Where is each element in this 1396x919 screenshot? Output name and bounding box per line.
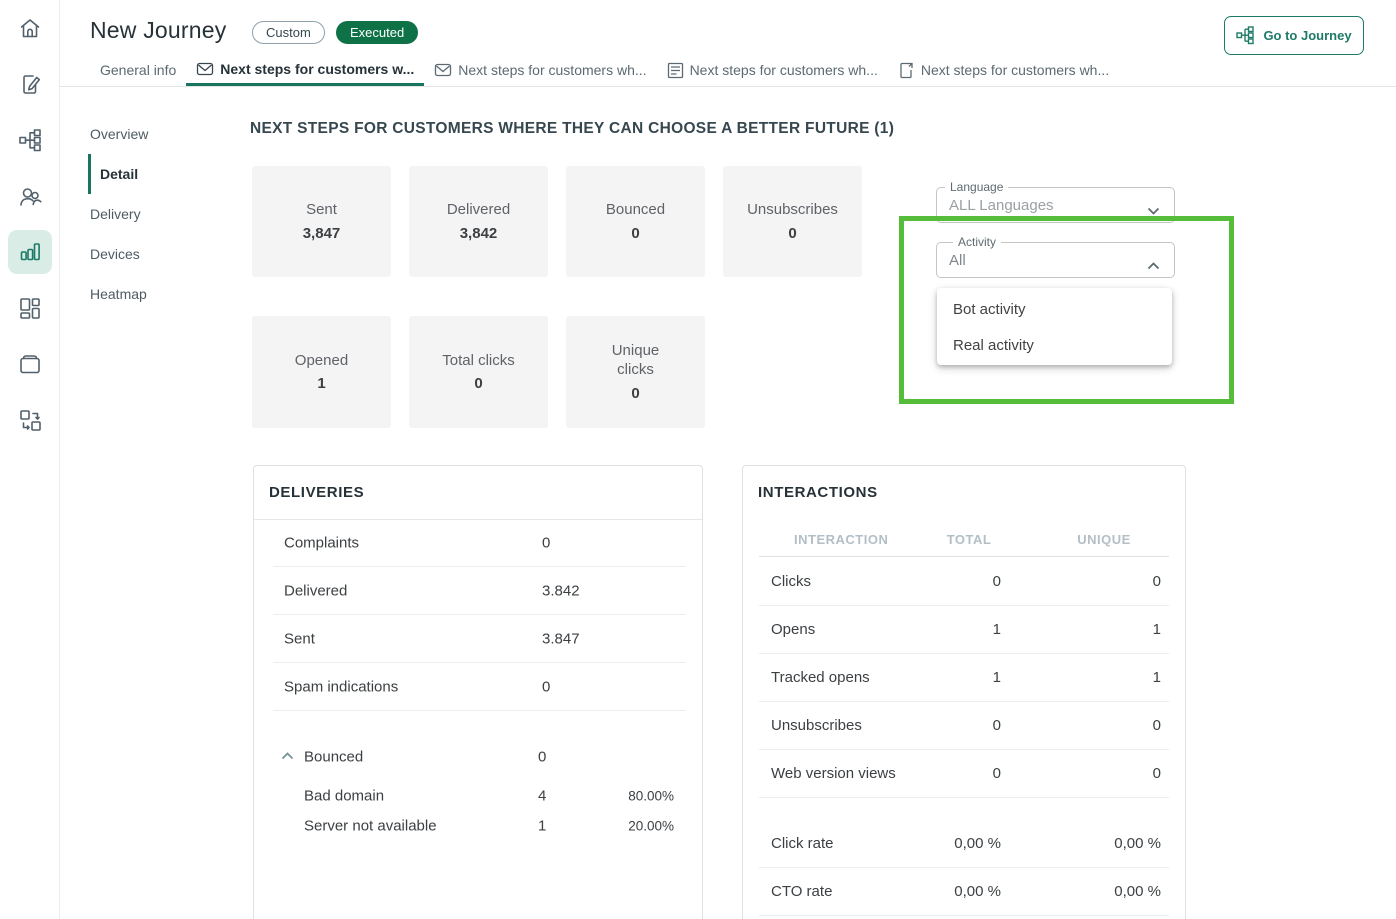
sidebar-item-dashboards[interactable] — [2, 280, 58, 336]
subnav-item-devices[interactable]: Devices — [88, 234, 218, 274]
section-heading: NEXT STEPS FOR CUSTOMERS WHERE THEY CAN … — [250, 120, 894, 138]
interactions-title: INTERACTIONS — [758, 484, 878, 501]
deliveries-title: DELIVERIES — [269, 484, 364, 501]
menu-item-bot-activity[interactable]: Bot activity — [937, 291, 1172, 327]
activity-select[interactable]: Activity All — [936, 242, 1175, 278]
sidebar-item-journeys[interactable] — [2, 112, 58, 168]
journey-analytics-page: New Journey Custom Executed Go to Journe… — [0, 0, 1396, 919]
deliveries-rows: Complaints0 Delivered3.842 Sent3.847 Spa… — [273, 519, 686, 841]
journey-tabs: General info Next steps for customers w.… — [60, 54, 1396, 87]
table-row: Web version views00 — [759, 750, 1169, 798]
document-edit-icon — [17, 71, 43, 97]
home-icon — [17, 15, 43, 41]
tab-next-steps-1[interactable]: Next steps for customers w... — [186, 54, 424, 86]
subnav-item-detail[interactable]: Detail — [88, 154, 218, 194]
journey-flow-icon — [1236, 26, 1255, 45]
interactions-rates: Click rate0,00 %0,00 % CTO rate0,00 %0,0… — [759, 820, 1169, 916]
sidebar-item-campaigns[interactable] — [2, 56, 58, 112]
table-row: Delivered3.842 — [273, 567, 686, 615]
executed-status-badge: Executed — [336, 21, 418, 44]
tab-next-steps-4[interactable]: Next steps for customers wh... — [888, 54, 1119, 86]
subnav-item-overview[interactable]: Overview — [88, 114, 218, 154]
table-row: Complaints0 — [273, 519, 686, 567]
dashboard-icon — [17, 295, 43, 321]
activity-select-value: All — [949, 252, 966, 269]
column-header-interaction: INTERACTION — [794, 532, 888, 547]
table-row: Bad domain480.00% — [273, 781, 686, 811]
activity-dropdown-menu: Bot activity Real activity — [937, 288, 1172, 365]
stat-card-bounced: Bounced0 — [566, 166, 705, 277]
custom-badge: Custom — [252, 21, 325, 44]
bounced-row: Bounced 0 — [273, 733, 686, 781]
go-to-journey-label: Go to Journey — [1263, 28, 1351, 43]
page-export-icon — [898, 62, 915, 79]
table-row: CTO rate0,00 %0,00 % — [759, 868, 1169, 916]
go-to-journey-button[interactable]: Go to Journey — [1224, 16, 1364, 55]
bar-chart-icon — [17, 239, 43, 265]
envelope-icon — [196, 60, 214, 78]
tab-general-info[interactable]: General info — [90, 54, 186, 86]
table-row: Tracked opens11 — [759, 654, 1169, 702]
language-select[interactable]: Language ALL Languages — [936, 187, 1175, 223]
table-row: Opens11 — [759, 606, 1169, 654]
stat-card-delivered: Delivered3,842 — [409, 166, 548, 277]
menu-item-real-activity[interactable]: Real activity — [937, 327, 1172, 363]
table-row: Spam indications0 — [273, 663, 686, 711]
column-header-unique: UNIQUE — [1044, 532, 1164, 547]
bounced-section: Bounced 0 Bad domain480.00% Server not a… — [273, 733, 686, 841]
users-icon — [17, 183, 43, 209]
interactions-column-headers: INTERACTION TOTAL UNIQUE — [759, 524, 1169, 557]
deliveries-panel: DELIVERIES Complaints0 Delivered3.842 Se… — [253, 465, 703, 919]
icon-rail — [0, 0, 60, 919]
table-row: Server not available120.00% — [273, 811, 686, 841]
chevron-down-icon — [1147, 202, 1160, 220]
sidebar-item-audience[interactable] — [2, 168, 58, 224]
table-row: Unsubscribes00 — [759, 702, 1169, 750]
language-select-label: Language — [945, 180, 1008, 194]
page-title: New Journey — [90, 17, 226, 44]
subnav-item-delivery[interactable]: Delivery — [88, 194, 218, 234]
flow-icon — [17, 127, 43, 153]
detail-subnav: Overview Detail Delivery Devices Heatmap — [88, 114, 218, 314]
stat-card-opened: Opened1 — [252, 316, 391, 428]
article-icon — [667, 62, 684, 79]
chevron-up-icon — [1147, 257, 1160, 275]
stat-card-total-clicks: Total clicks0 — [409, 316, 548, 428]
stat-card-unique-clicks: Unique clicks0 — [566, 316, 705, 428]
swap-icon — [17, 407, 43, 433]
collapse-caret-icon[interactable] — [281, 747, 294, 764]
table-row: Click rate0,00 %0,00 % — [759, 820, 1169, 868]
table-row: Sent3.847 — [273, 615, 686, 663]
language-select-value: ALL Languages — [949, 197, 1054, 214]
stat-card-sent: Sent3,847 — [252, 166, 391, 277]
activity-select-label: Activity — [953, 235, 1001, 249]
tab-next-steps-2[interactable]: Next steps for customers wh... — [424, 54, 656, 86]
sidebar-item-integrations[interactable] — [2, 392, 58, 448]
table-row: Clicks00 — [759, 558, 1169, 606]
sidebar-item-home[interactable] — [2, 0, 58, 56]
subnav-item-heatmap[interactable]: Heatmap — [88, 274, 218, 314]
sidebar-item-analytics[interactable] — [2, 224, 58, 280]
column-header-total: TOTAL — [919, 532, 1019, 547]
tab-next-steps-3[interactable]: Next steps for customers wh... — [657, 54, 888, 86]
envelope-icon — [434, 61, 452, 79]
stat-card-unsubscribes: Unsubscribes0 — [723, 166, 862, 277]
sidebar-item-projects[interactable] — [2, 336, 58, 392]
interactions-panel: INTERACTIONS INTERACTION TOTAL UNIQUE Cl… — [742, 465, 1186, 919]
interactions-rows: Clicks00 Opens11 Tracked opens11 Unsubsc… — [759, 558, 1169, 916]
briefcase-icon — [17, 351, 43, 377]
